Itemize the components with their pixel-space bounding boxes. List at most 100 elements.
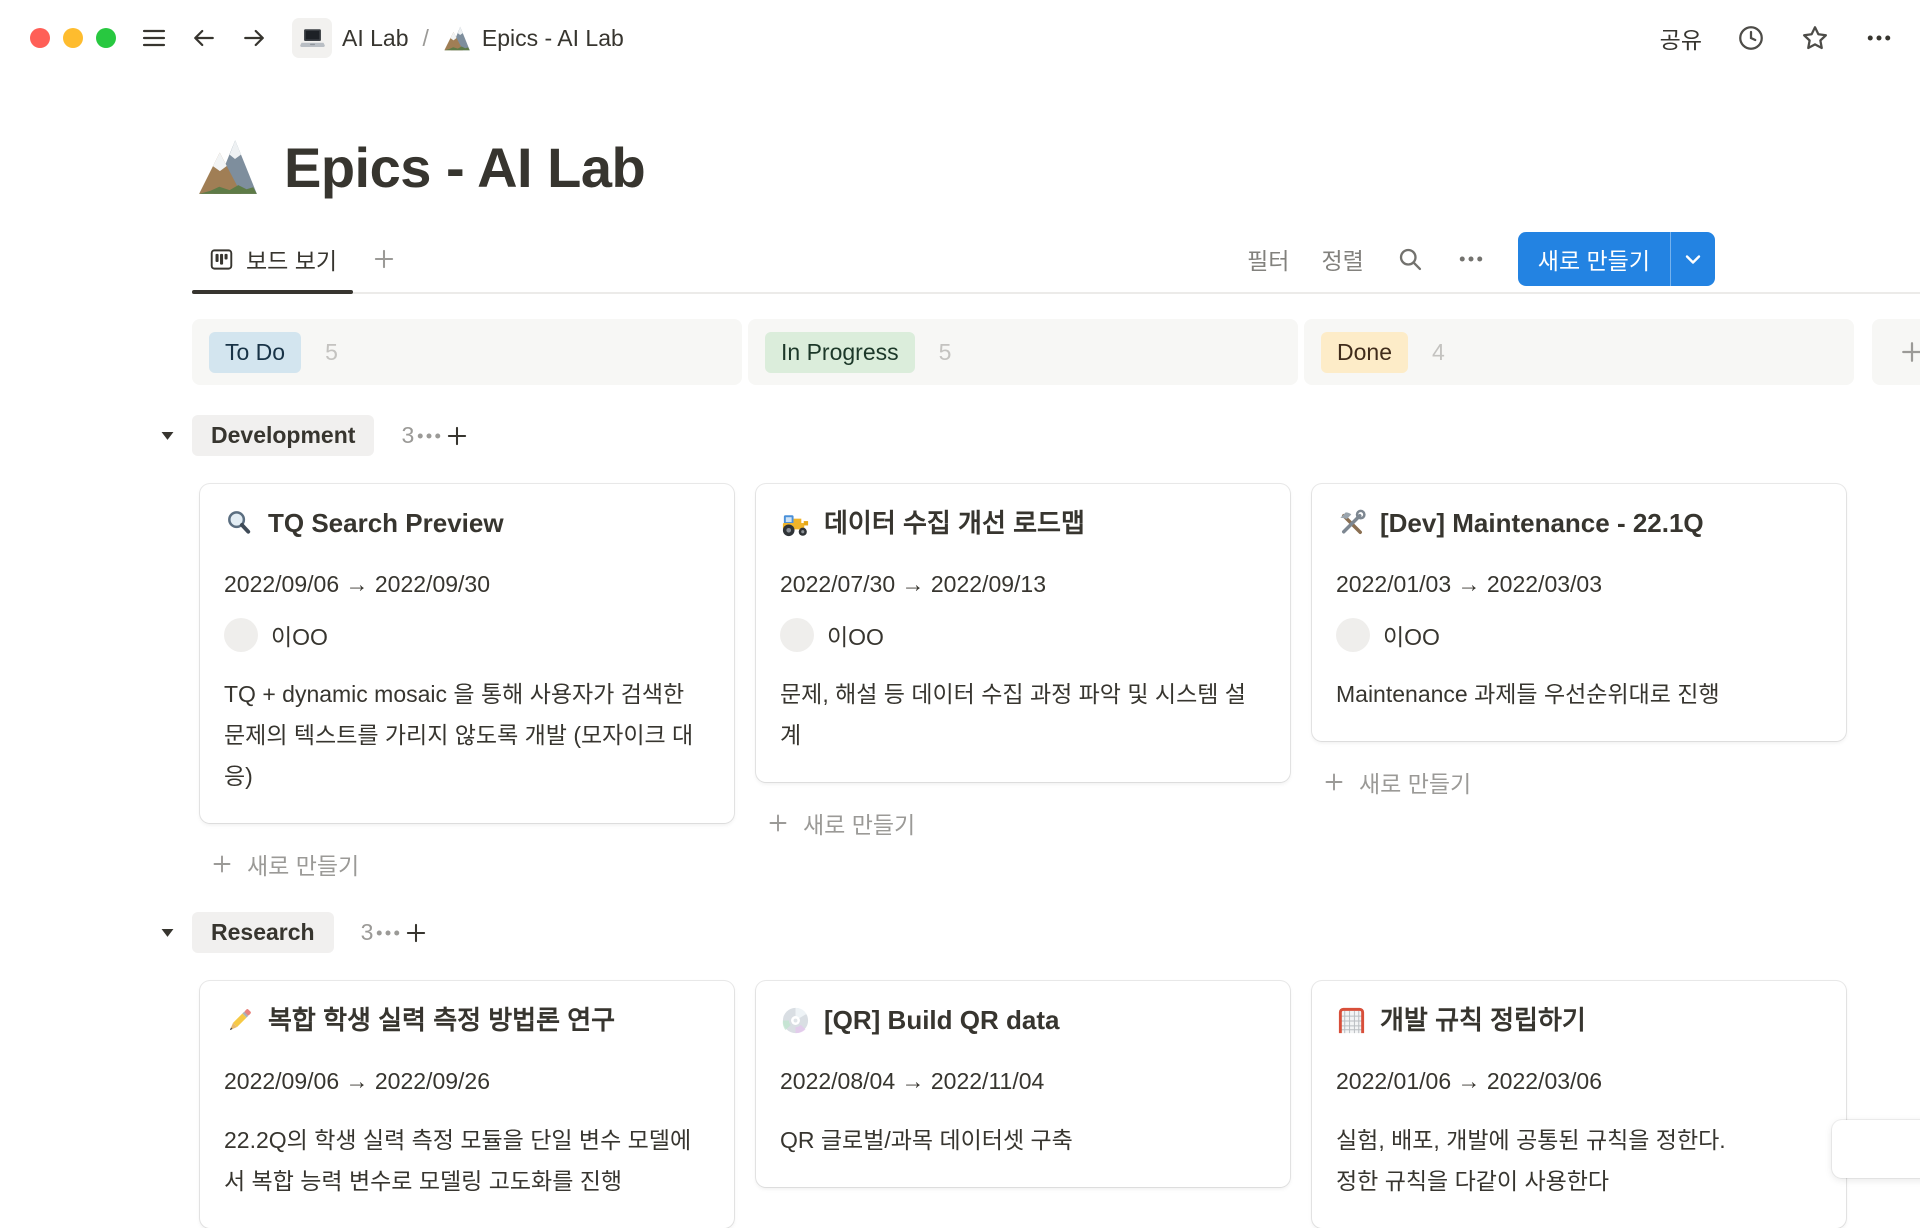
card-title: TQ Search Preview bbox=[224, 504, 710, 543]
filter-button[interactable]: 필터 bbox=[1247, 242, 1289, 276]
group-cards-row: TQ Search Preview 2022/09/06 → 2022/09/30… bbox=[192, 484, 1920, 884]
column-count: 5 bbox=[939, 339, 952, 366]
group-header-development: Development 3 bbox=[158, 415, 1920, 456]
card-date-range: 2022/01/06 → 2022/03/06 bbox=[1336, 1065, 1822, 1098]
column-count: 4 bbox=[1432, 339, 1445, 366]
column-header-to-do: To Do5 bbox=[192, 319, 742, 385]
group-add-icon[interactable] bbox=[403, 920, 429, 946]
breadcrumb-page-label: Epics - AI Lab bbox=[482, 25, 624, 52]
add-column-button[interactable] bbox=[1872, 319, 1920, 385]
plus-icon bbox=[766, 811, 790, 835]
card[interactable]: [Dev] Maintenance - 22.1Q 2022/01/03 → 20… bbox=[1312, 484, 1846, 741]
board-cell: 데이터 수집 개선 로드맵 2022/07/30 → 2022/09/13 이OO 문… bbox=[748, 484, 1298, 843]
sort-button[interactable]: 정렬 bbox=[1321, 242, 1363, 276]
avatar bbox=[1336, 618, 1370, 652]
group-toggle-icon[interactable] bbox=[158, 923, 177, 942]
view-options-icon[interactable] bbox=[1456, 244, 1486, 274]
chevron-down-icon[interactable] bbox=[1671, 232, 1715, 286]
card[interactable]: [QR] Build QR data 2022/08/04 → 2022/11/0… bbox=[756, 981, 1290, 1187]
card-date-range: 2022/09/06 → 2022/09/30 bbox=[224, 568, 710, 601]
new-card-button[interactable]: 새로 만들기 bbox=[200, 843, 734, 884]
share-button[interactable]: 공유 bbox=[1660, 21, 1702, 55]
column-status-pill[interactable]: Done bbox=[1321, 332, 1408, 373]
board-cell: [QR] Build QR data 2022/08/04 → 2022/11/0… bbox=[748, 981, 1298, 1187]
tools-icon bbox=[1336, 508, 1367, 539]
column-header-in-progress: In Progress 5 bbox=[748, 319, 1298, 385]
card-description: 22.2Q의 학생 실력 측정 모듈을 단일 변수 모델에서 복합 능력 변수로… bbox=[224, 1120, 710, 1202]
pencil-icon bbox=[224, 1005, 255, 1036]
column-header-done: Done 4 bbox=[1304, 319, 1854, 385]
card-title: [Dev] Maintenance - 22.1Q bbox=[1336, 504, 1822, 543]
group-count: 3 bbox=[401, 422, 414, 449]
card-title-label: 개발 규칙 정립하기 bbox=[1380, 1001, 1586, 1040]
assignee-name: 이OO bbox=[827, 618, 884, 652]
card-title: 데이터 수집 개선 로드맵 bbox=[780, 504, 1266, 543]
group-cards-row: 복합 학생 실력 측정 방법론 연구 2022/09/06 → 2022/09/2… bbox=[192, 981, 1920, 1228]
page-title: Epics - AI Lab bbox=[284, 135, 645, 200]
sidebar-menu-icon[interactable] bbox=[140, 24, 168, 52]
new-card-button[interactable]: 새로 만들기 bbox=[756, 802, 1290, 843]
card-description: 문제, 해설 등 데이터 수집 과정 파악 및 시스템 설계 bbox=[780, 674, 1266, 756]
back-button[interactable] bbox=[190, 24, 218, 52]
breadcrumb-workspace[interactable]: AI Lab bbox=[292, 18, 409, 58]
favorite-star-icon[interactable] bbox=[1800, 23, 1830, 53]
avatar bbox=[224, 618, 258, 652]
card[interactable]: 데이터 수집 개선 로드맵 2022/07/30 → 2022/09/13 이OO 문… bbox=[756, 484, 1290, 782]
group-more-icon[interactable] bbox=[373, 918, 403, 948]
mountain-icon bbox=[443, 24, 472, 53]
card-date-range: 2022/01/03 → 2022/03/03 bbox=[1336, 568, 1822, 601]
card-assignee: 이OO bbox=[1336, 618, 1822, 652]
tab-board-view-label: 보드 보기 bbox=[246, 242, 337, 276]
card-description: QR 글로벌/과목 데이터셋 구축 bbox=[780, 1120, 1266, 1161]
card-title: 복합 학생 실력 측정 방법론 연구 bbox=[224, 1001, 710, 1040]
group-add-icon[interactable] bbox=[444, 423, 470, 449]
group-more-icon[interactable] bbox=[414, 421, 444, 451]
card-title-label: TQ Search Preview bbox=[268, 504, 504, 543]
group-pill[interactable]: Research bbox=[192, 912, 334, 953]
board-cell: 복합 학생 실력 측정 방법론 연구 2022/09/06 → 2022/09/2… bbox=[192, 981, 742, 1228]
card-title: [QR] Build QR data bbox=[780, 1001, 1266, 1040]
card-description: 실험, 배포, 개발에 공통된 규칙을 정한다. 정한 규칙을 다같이 사용한다 bbox=[1336, 1120, 1822, 1202]
plus-icon bbox=[210, 852, 234, 876]
board-column-headers: To Do5 In Progress 5 Done 4 bbox=[192, 319, 1920, 385]
new-card-label: 새로 만들기 bbox=[803, 806, 915, 840]
page-mountain-icon[interactable] bbox=[196, 134, 262, 200]
tractor-icon bbox=[780, 508, 811, 539]
view-toolbar: 보드 보기 필터 정렬 새로 만들기 bbox=[192, 226, 1920, 294]
card-assignee: 이OO bbox=[780, 618, 1266, 652]
new-button[interactable]: 새로 만들기 bbox=[1518, 232, 1715, 286]
card-assignee: 이OO bbox=[224, 618, 710, 652]
traffic-lights bbox=[30, 28, 116, 48]
zoom-window-button[interactable] bbox=[96, 28, 116, 48]
minimize-window-button[interactable] bbox=[63, 28, 83, 48]
search-icon[interactable] bbox=[1396, 245, 1424, 273]
new-card-button[interactable]: 새로 만들기 bbox=[1312, 761, 1846, 802]
history-clock-icon[interactable] bbox=[1736, 23, 1766, 53]
tab-board-view[interactable]: 보드 보기 bbox=[192, 226, 353, 292]
laptop-icon bbox=[292, 18, 332, 58]
card-date-range: 2022/09/06 → 2022/09/26 bbox=[224, 1065, 710, 1098]
group-toggle-icon[interactable] bbox=[158, 426, 177, 445]
plus-icon bbox=[1322, 770, 1346, 794]
card[interactable]: 복합 학생 실력 측정 방법론 연구 2022/09/06 → 2022/09/2… bbox=[200, 981, 734, 1228]
group-pill[interactable]: Development bbox=[192, 415, 374, 456]
card[interactable]: TQ Search Preview 2022/09/06 → 2022/09/30… bbox=[200, 484, 734, 823]
column-status-pill[interactable]: To Do bbox=[209, 332, 301, 373]
goalnet-icon bbox=[1336, 1005, 1367, 1036]
window-titlebar: AI Lab / Epics - AI Lab 공유 bbox=[0, 0, 1920, 76]
breadcrumb-page[interactable]: Epics - AI Lab bbox=[443, 24, 624, 53]
card-description: Maintenance 과제들 우선순위대로 진행 bbox=[1336, 674, 1822, 715]
more-options-icon[interactable] bbox=[1864, 23, 1894, 53]
card-date-range: 2022/07/30 → 2022/09/13 bbox=[780, 568, 1266, 601]
column-status-pill[interactable]: In Progress bbox=[765, 332, 915, 373]
add-view-button[interactable] bbox=[371, 246, 397, 272]
forward-button[interactable] bbox=[240, 24, 268, 52]
board-view-icon bbox=[208, 246, 235, 273]
card-date-range: 2022/08/04 → 2022/11/04 bbox=[780, 1065, 1266, 1098]
help-button[interactable] bbox=[1832, 1120, 1920, 1178]
close-window-button[interactable] bbox=[30, 28, 50, 48]
card-description: TQ + dynamic mosaic 을 통해 사용자가 검색한 문제의 텍스… bbox=[224, 674, 710, 797]
plus-icon bbox=[1898, 338, 1920, 366]
card[interactable]: 개발 규칙 정립하기 2022/01/06 → 2022/03/06 실험, 배포,… bbox=[1312, 981, 1846, 1228]
board-cell: TQ Search Preview 2022/09/06 → 2022/09/30… bbox=[192, 484, 742, 884]
